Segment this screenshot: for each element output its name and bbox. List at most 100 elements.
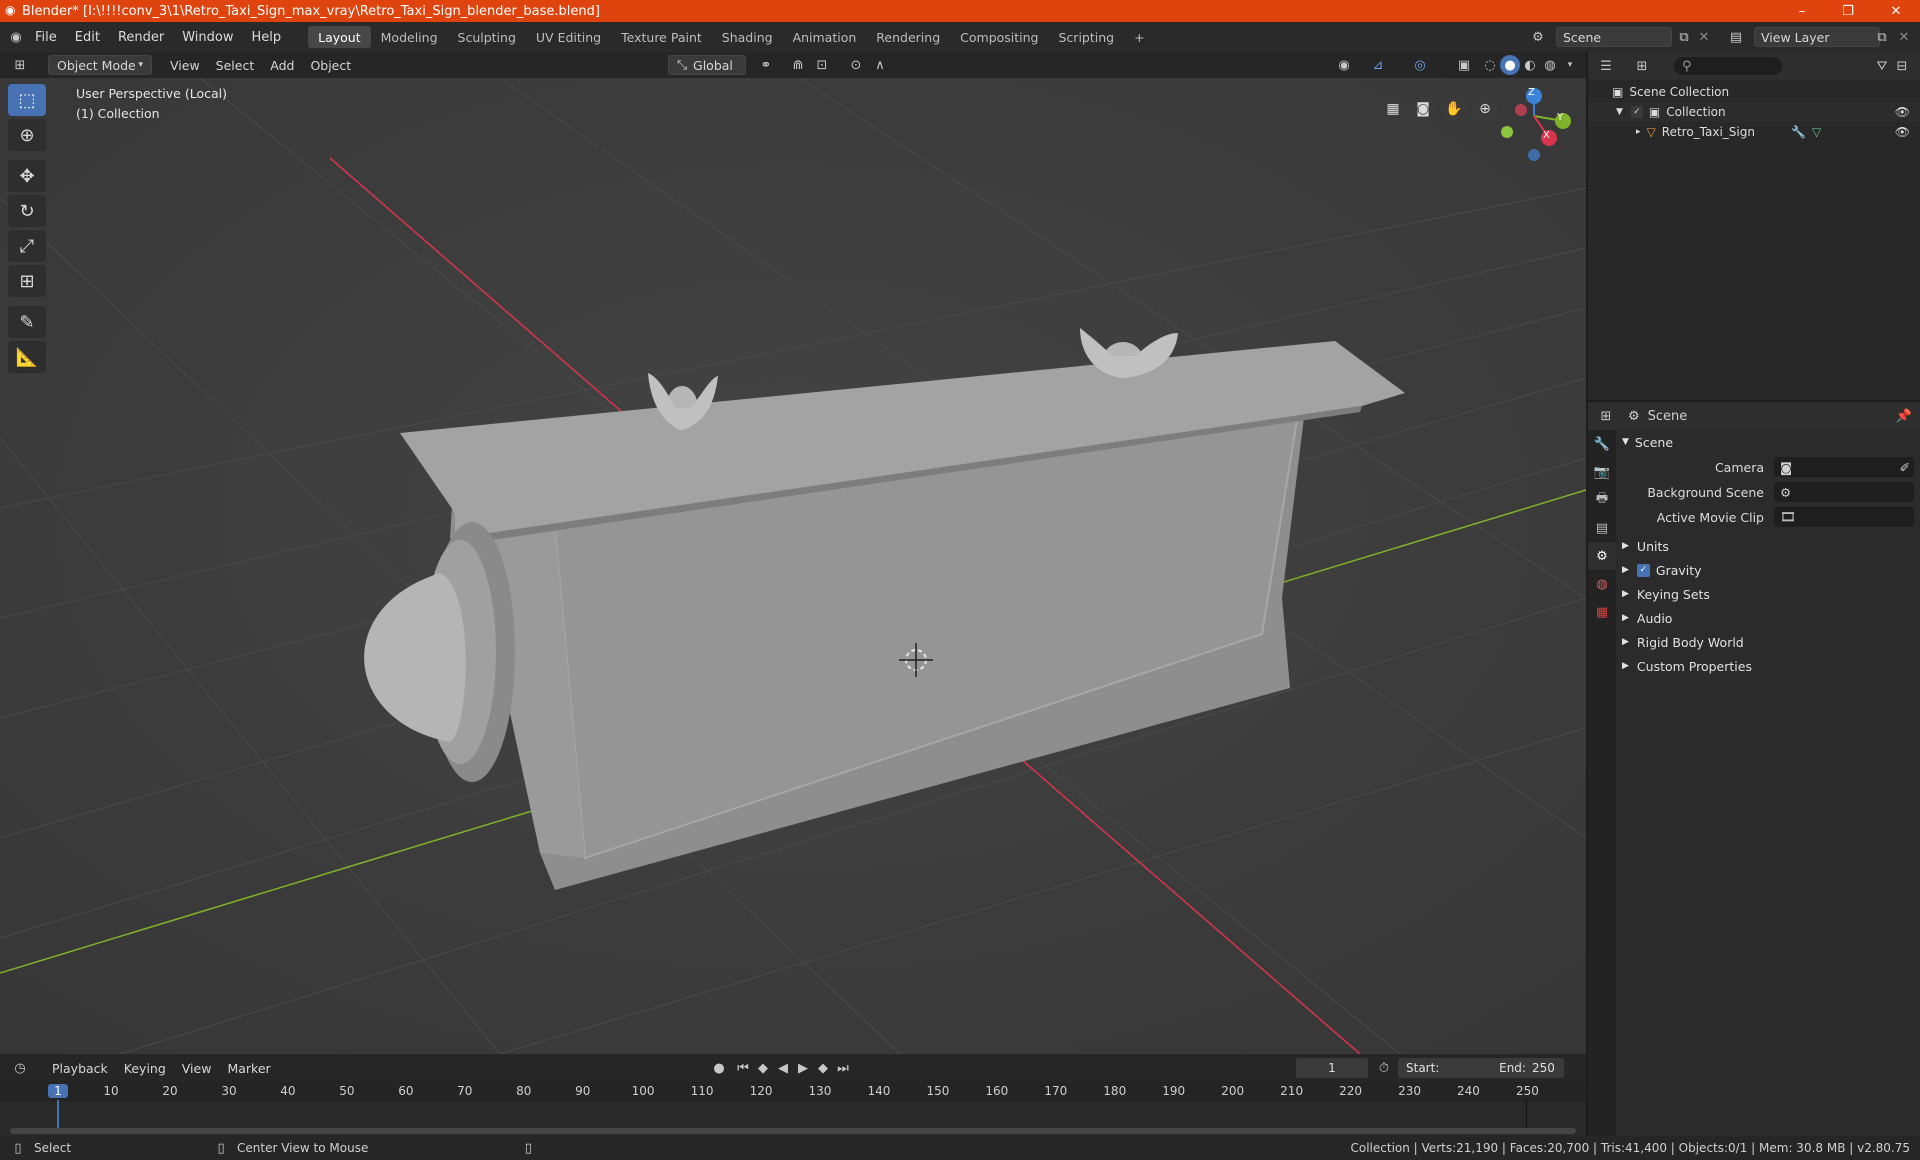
editor-type-icon[interactable]: ⊞ (10, 55, 30, 75)
delete-view-layer-icon[interactable]: ✕ (1894, 27, 1914, 47)
stopwatch-icon[interactable]: ⏱ (1374, 1058, 1394, 1078)
scale-tool[interactable]: ⤢ (8, 230, 46, 262)
units-panel-header[interactable]: ▶ Units (1622, 534, 1918, 558)
modifier-wrench-icon[interactable]: 🔧 (1791, 125, 1806, 139)
menu-add[interactable]: Add (262, 55, 302, 75)
checkbox-icon[interactable]: ✓ (1630, 106, 1643, 118)
camera-icon[interactable]: ◙ (1410, 96, 1436, 122)
scene-field[interactable]: Scene (1556, 27, 1672, 47)
view-layer-tab-icon[interactable]: ▤ (1588, 514, 1616, 542)
outliner-item-scene-collection[interactable]: ▣ Scene Collection (1588, 82, 1920, 102)
scene-icon[interactable]: ⚙ (1528, 27, 1548, 47)
expand-chevron-icon[interactable]: ▸ (1636, 127, 1641, 137)
move-tool[interactable]: ✥ (8, 160, 46, 192)
menu-playback[interactable]: Playback (44, 1058, 116, 1078)
visibility-icon[interactable]: ◉ (1334, 55, 1354, 75)
wireframe-shading-icon[interactable]: ◌ (1480, 55, 1500, 75)
pan-hand-icon[interactable]: ✋ (1441, 96, 1467, 122)
toggle-camera-view-icon[interactable]: ▦ (1380, 96, 1406, 122)
blender-menu-icon[interactable]: ◉ (6, 27, 26, 47)
outliner-item-retro-taxi-sign[interactable]: ▸ ▽ Retro_Taxi_Sign 🔧 ▽ 👁 (1588, 122, 1920, 142)
scene-tab-icon[interactable]: ⚙ (1588, 542, 1616, 570)
menu-file[interactable]: File (26, 22, 66, 52)
record-icon[interactable]: ● (709, 1058, 729, 1078)
snap-icon[interactable]: ⋒ (788, 55, 808, 75)
rigid-body-world-panel-header[interactable]: ▶ Rigid Body World (1622, 630, 1918, 654)
play-icon[interactable]: ▶ (793, 1058, 813, 1078)
add-workspace-button[interactable]: + (1124, 26, 1154, 48)
timeline-scrollbar[interactable] (10, 1128, 1576, 1134)
keying-sets-panel-header[interactable]: ▶ Keying Sets (1622, 582, 1918, 606)
tab-texture-paint[interactable]: Texture Paint (611, 26, 712, 48)
tab-animation[interactable]: Animation (783, 26, 867, 48)
proportional-edit-icon[interactable]: ⊙ (846, 55, 866, 75)
properties-editor-icon[interactable]: ⊞ (1596, 406, 1616, 426)
eyedropper-icon[interactable]: ✐ (1900, 460, 1910, 475)
tab-scripting[interactable]: Scripting (1049, 26, 1125, 48)
texture-tab-icon[interactable]: ▦ (1588, 598, 1616, 626)
view-layer-icon[interactable]: ▤ (1726, 27, 1746, 47)
rendered-shading-icon[interactable]: ◍ (1540, 55, 1560, 75)
render-tab-icon[interactable]: 📷 (1588, 458, 1616, 486)
timeline-editor-icon[interactable]: ◷ (10, 1058, 30, 1078)
select-box-tool[interactable]: ⬚ (8, 84, 46, 116)
tab-shading[interactable]: Shading (712, 26, 783, 48)
restore-button[interactable]: ❐ (1826, 0, 1870, 22)
audio-panel-header[interactable]: ▶ Audio (1622, 606, 1918, 630)
eye-icon[interactable]: 👁 (1895, 125, 1910, 139)
next-keyframe-icon[interactable]: ◆ (813, 1058, 833, 1078)
expand-chevron-icon[interactable]: ▼ (1616, 107, 1623, 117)
gravity-panel-header[interactable]: ▶ ✓ Gravity (1622, 558, 1918, 582)
xray-icon[interactable]: ▣ (1454, 55, 1474, 75)
snap-target-icon[interactable]: ⊡ (812, 55, 832, 75)
menu-render[interactable]: Render (109, 22, 173, 52)
menu-timeline-view[interactable]: View (174, 1058, 220, 1078)
cursor-tool[interactable]: ⊕ (8, 119, 46, 151)
scene-panel-header[interactable]: ▼ Scene (1622, 430, 1918, 454)
pin-icon[interactable]: 📌 (1896, 409, 1912, 424)
camera-input[interactable]: ◙ ✐ (1774, 457, 1914, 477)
orientation-dropdown[interactable]: ⤡ Global (668, 55, 746, 75)
tab-uv-editing[interactable]: UV Editing (526, 26, 611, 48)
tool-tab-icon[interactable]: 🔧 (1588, 430, 1616, 458)
viewport-scene[interactable] (0, 78, 1586, 1054)
3d-viewport[interactable]: Z Y X ▦ ◙ ✋ ⊕ (0, 78, 1586, 1054)
menu-object[interactable]: Object (302, 55, 359, 75)
transform-tool[interactable]: ⊞ (8, 265, 46, 297)
overlay-toggle-icon[interactable]: ◎ (1410, 55, 1430, 75)
falloff-icon[interactable]: ∧ (870, 55, 890, 75)
mesh-data-icon[interactable]: ▽ (1812, 125, 1821, 139)
menu-select[interactable]: Select (208, 55, 263, 75)
measure-tool[interactable]: 📐 (8, 341, 46, 373)
eye-icon[interactable]: 👁 (1895, 105, 1910, 119)
jump-start-icon[interactable]: ⏮ (733, 1058, 753, 1078)
active-movie-clip-input[interactable]: 🎞 (1774, 507, 1914, 527)
material-shading-icon[interactable]: ◐ (1520, 55, 1540, 75)
menu-window[interactable]: Window (173, 22, 242, 52)
tab-rendering[interactable]: Rendering (866, 26, 950, 48)
zoom-icon[interactable]: ⊕ (1472, 96, 1498, 122)
new-scene-icon[interactable]: ⧉ (1674, 27, 1694, 47)
shading-options-chevron-icon[interactable]: ▾ (1560, 55, 1580, 75)
delete-scene-icon[interactable]: ✕ (1694, 27, 1714, 47)
new-view-layer-icon[interactable]: ⧉ (1872, 27, 1892, 47)
world-tab-icon[interactable]: ◍ (1588, 570, 1616, 598)
outliner-item-collection[interactable]: ▼ ✓ ▣ Collection 👁 (1588, 102, 1920, 122)
background-scene-input[interactable]: ⚙ (1774, 482, 1914, 502)
close-button[interactable]: ✕ (1874, 0, 1918, 22)
tab-layout[interactable]: Layout (308, 26, 371, 48)
end-frame-field[interactable]: End: 250 (1490, 1058, 1564, 1078)
filter-icon[interactable]: ⛛ (1872, 56, 1892, 76)
minimize-button[interactable]: – (1780, 0, 1824, 22)
menu-edit[interactable]: Edit (66, 22, 109, 52)
menu-keying[interactable]: Keying (116, 1058, 174, 1078)
output-tab-icon[interactable]: 🖶 (1588, 486, 1616, 514)
gravity-checkbox[interactable]: ✓ (1636, 563, 1650, 577)
menu-marker[interactable]: Marker (219, 1058, 278, 1078)
new-collection-icon[interactable]: ⊟ (1892, 56, 1912, 76)
tab-compositing[interactable]: Compositing (950, 26, 1048, 48)
pivot-icon[interactable]: ⚭ (756, 55, 776, 75)
mode-dropdown[interactable]: Object Mode ▾ (48, 55, 152, 75)
annotate-tool[interactable]: ✎ (8, 306, 46, 338)
current-frame-field[interactable]: 1 (1296, 1058, 1368, 1078)
